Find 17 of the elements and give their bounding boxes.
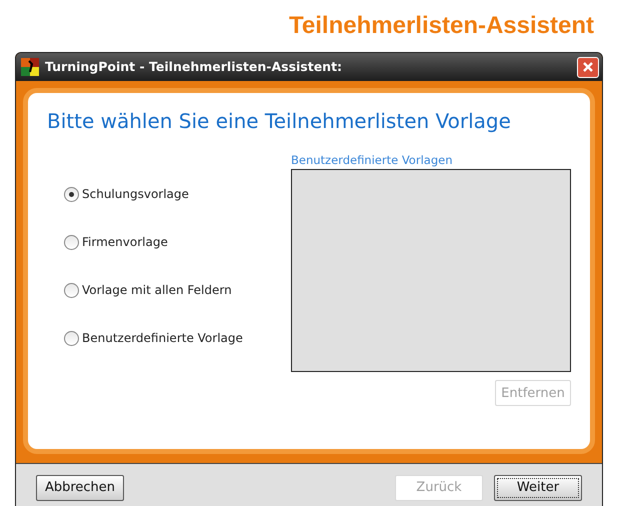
radio-button[interactable] [64,330,79,346]
radio-option[interactable]: Schulungsvorlage [64,185,291,203]
radio-button[interactable] [64,186,79,202]
dialog-button[interactable]: Weiter [494,474,582,500]
dialog-button[interactable]: Abbrechen [36,474,124,500]
close-button[interactable] [577,56,599,78]
list-label: Benutzerdefinierte Vorlagen [291,152,454,169]
radio-button[interactable] [64,234,79,250]
radio-option[interactable]: Vorlage mit allen Feldern [64,281,291,299]
radio-button[interactable] [64,282,79,298]
radio-option[interactable]: Benutzerdefinierte Vorlage [64,329,291,347]
app-icon [21,58,39,76]
wizard-heading: Bitte wählen Sie eine Teilnehmerlisten Vorlage [47,108,512,135]
page-title: Teilnehmerlisten-Assistent [289,11,594,41]
radio-option[interactable]: Firmenvorlage [64,233,291,251]
close-icon [582,61,594,73]
window-title: TurningPoint - Teilnehmerlisten-Assistent: [45,58,342,76]
